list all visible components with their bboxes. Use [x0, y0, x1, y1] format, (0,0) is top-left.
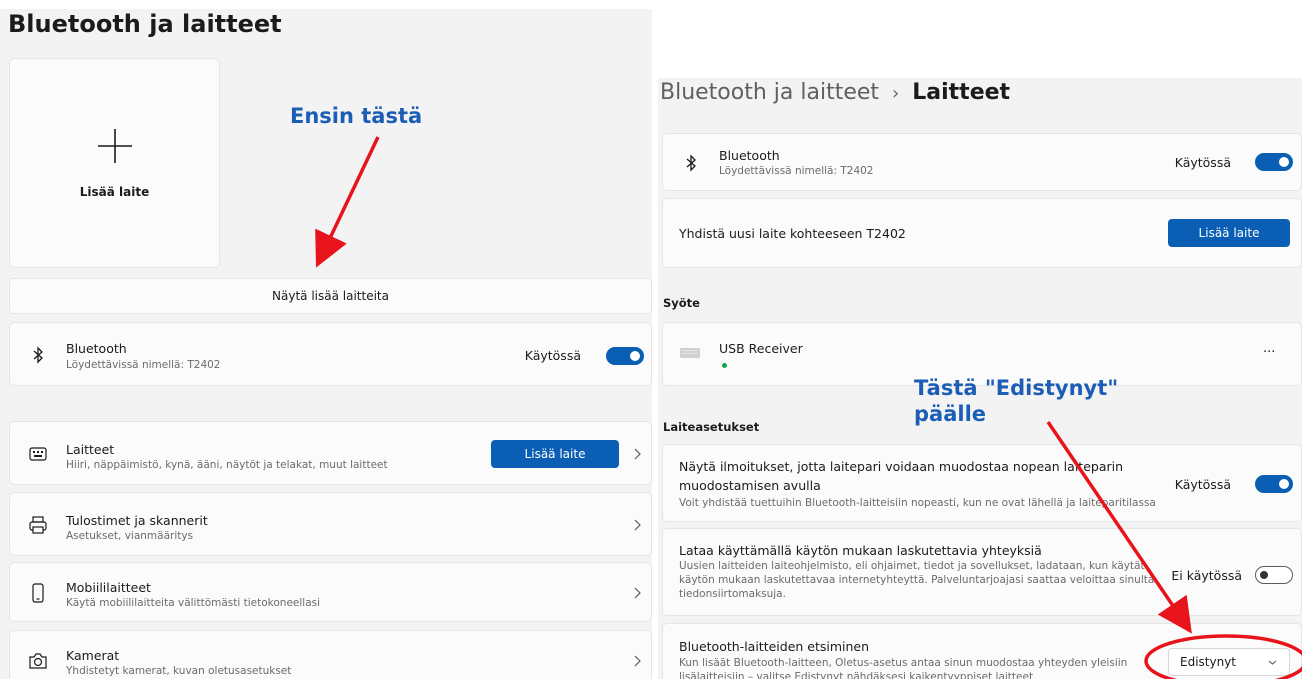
annotation-advanced-line2: päälle	[914, 402, 987, 426]
left-screenshot-panel: Bluetooth ja laitteet Lisää laite Ensin …	[0, 0, 652, 679]
connected-status-dot	[722, 363, 727, 368]
add-device-button[interactable]: Lisää laite	[1168, 219, 1290, 247]
bluetooth-row: Bluetooth Löydettävissä nimellä: T2402 K…	[9, 322, 652, 386]
add-device-button[interactable]: Lisää laite	[491, 440, 619, 468]
breadcrumb-separator: ›	[892, 83, 900, 104]
bluetooth-title: Bluetooth	[719, 148, 780, 163]
mobile-devices-subtitle: Käytä mobiililaitteita välittömästi tiet…	[66, 597, 321, 609]
devices-subtitle: Hiiri, näppäimistö, kynä, ääni, näytöt j…	[66, 459, 388, 471]
connect-new-device-title: Yhdistä uusi laite kohteeseen T2402	[679, 226, 906, 241]
cameras-title: Kamerat	[66, 648, 120, 663]
chevron-right-icon	[634, 519, 641, 531]
bluetooth-discovery-select[interactable]: Edistynyt	[1168, 648, 1290, 676]
swift-pair-row: Näytä ilmoitukset, jotta laitepari voida…	[662, 444, 1302, 522]
bluetooth-discovery-selected: Edistynyt	[1180, 655, 1237, 669]
breadcrumb: Bluetooth ja laitteet › Laitteet	[660, 80, 1010, 105]
bluetooth-status: Käytössä	[1174, 155, 1231, 170]
device-settings-heading: Laiteasetukset	[663, 420, 760, 434]
sidebar-item-mobile-devices[interactable]: Mobiililaitteet Käytä mobiililaitteita v…	[9, 562, 652, 622]
metered-download-toggle[interactable]	[1255, 566, 1293, 584]
devices-title: Laitteet	[66, 442, 115, 457]
swift-pair-subtitle: Voit yhdistää tuettuihin Bluetooth-laitt…	[679, 497, 1156, 509]
bluetooth-icon	[33, 346, 43, 364]
printers-title: Tulostimet ja skannerit	[66, 513, 208, 528]
bluetooth-subtitle: Löydettävissä nimellä: T2402	[66, 359, 221, 371]
right-screenshot-panel: Bluetooth ja laitteet › Laitteet Bluetoo…	[652, 0, 1302, 679]
bluetooth-discovery-subtitle: Kun lisäät Bluetooth-laitteen, Oletus-as…	[679, 657, 1128, 679]
breadcrumb-current: Laitteet	[912, 80, 1011, 105]
printers-subtitle: Asetukset, vianmääritys	[66, 530, 194, 542]
annotation-advanced-line1: Tästä "Edistynyt"	[914, 376, 1119, 400]
chevron-down-icon	[1268, 660, 1277, 665]
metered-download-row: Lataa käyttämällä käytön mukaan laskutet…	[662, 528, 1302, 616]
keyboard-device-icon	[680, 348, 700, 358]
cameras-subtitle: Yhdistetyt kamerat, kuvan oletusasetukse…	[66, 665, 292, 677]
bluetooth-toggle[interactable]	[606, 347, 644, 365]
sidebar-item-cameras[interactable]: Kamerat Yhdistetyt kamerat, kuvan oletus…	[9, 630, 652, 679]
swift-pair-status: Käytössä	[1174, 477, 1231, 492]
bluetooth-status: Käytössä	[524, 348, 581, 363]
phone-icon	[32, 583, 44, 603]
bluetooth-discovery-row: Bluetooth-laitteiden etsiminen Kun lisää…	[662, 623, 1302, 679]
swift-pair-title: Näytä ilmoitukset, jotta laitepari voida…	[679, 459, 1124, 493]
page-title: Bluetooth ja laitteet	[8, 10, 282, 38]
usb-receiver-title: USB Receiver	[719, 341, 803, 356]
bluetooth-subtitle: Löydettävissä nimellä: T2402	[719, 165, 874, 177]
annotation-first-here: Ensin tästä	[290, 104, 423, 128]
chevron-right-icon	[634, 587, 641, 599]
add-device-label: Lisää laite	[79, 185, 150, 199]
add-device-tile[interactable]: Lisää laite	[9, 58, 220, 268]
printer-icon	[29, 516, 47, 534]
bluetooth-discovery-title: Bluetooth-laitteiden etsiminen	[679, 639, 870, 654]
bluetooth-row: Bluetooth Löydettävissä nimellä: T2402 K…	[662, 133, 1302, 191]
mobile-devices-title: Mobiililaitteet	[66, 580, 151, 595]
show-more-devices-button[interactable]: Näytä lisää laitteita	[9, 278, 652, 314]
metered-download-status: Ei käytössä	[1171, 568, 1242, 583]
keyboard-icon	[29, 447, 47, 461]
metered-download-subtitle: Uusien laitteiden laiteohjelmisto, eli o…	[679, 560, 1155, 600]
sidebar-item-devices[interactable]: Laitteet Hiiri, näppäimistö, kynä, ääni,…	[9, 421, 652, 485]
more-options-icon[interactable]: ···	[1263, 345, 1275, 360]
camera-icon	[29, 653, 47, 669]
connect-new-device-row: Yhdistä uusi laite kohteeseen T2402 Lisä…	[662, 198, 1302, 268]
chevron-right-icon	[634, 448, 641, 460]
chevron-right-icon	[634, 655, 641, 667]
metered-download-title: Lataa käyttämällä käytön mukaan laskutet…	[679, 543, 1042, 558]
bluetooth-title: Bluetooth	[66, 341, 127, 356]
breadcrumb-parent[interactable]: Bluetooth ja laitteet	[660, 80, 879, 105]
bluetooth-toggle[interactable]	[1255, 153, 1293, 171]
bluetooth-icon	[686, 154, 696, 172]
swift-pair-toggle[interactable]	[1255, 475, 1293, 493]
input-section-heading: Syöte	[663, 296, 700, 310]
sidebar-item-printers[interactable]: Tulostimet ja skannerit Asetukset, vianm…	[9, 492, 652, 556]
plus-icon	[98, 129, 132, 163]
show-more-devices-label: Näytä lisää laitteita	[272, 289, 389, 303]
